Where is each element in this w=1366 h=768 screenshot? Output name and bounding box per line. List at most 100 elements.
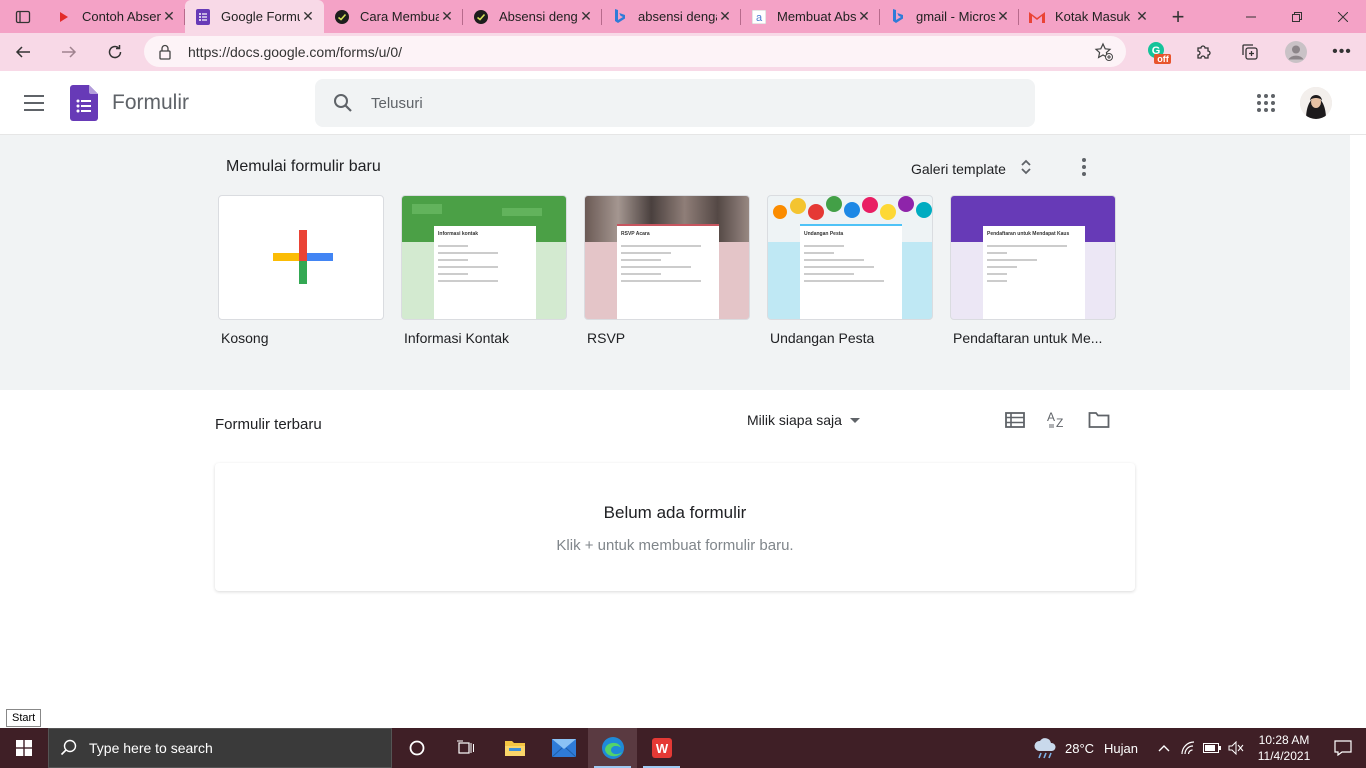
template-section-heading: Memulai formulir baru	[226, 158, 381, 175]
list-view-button[interactable]	[994, 408, 1036, 432]
app-header: Formulir	[0, 71, 1366, 135]
taskbar-search-box[interactable]: Type here to search	[48, 728, 392, 768]
show-hidden-icons-button[interactable]	[1152, 728, 1176, 768]
owner-filter-dropdown[interactable]: Milik siapa saja	[747, 412, 860, 428]
cortana-icon	[409, 740, 424, 756]
browser-tab[interactable]: Cara Membuat ✕	[324, 0, 463, 33]
search-bar[interactable]	[315, 79, 1035, 127]
close-tab-icon[interactable]: ✕	[300, 8, 316, 25]
plus-icon: +	[1171, 3, 1185, 29]
template-thumbnail[interactable]: Informasi kontak	[401, 195, 567, 320]
template-thumbnail[interactable]: RSVP Acara	[584, 195, 750, 320]
svg-text:A: A	[1047, 410, 1055, 424]
extensions-button[interactable]	[1181, 33, 1227, 71]
forward-button[interactable]	[46, 33, 92, 71]
task-view-button[interactable]	[441, 728, 490, 768]
owner-filter-label: Milik siapa saja	[747, 412, 842, 428]
close-tab-icon[interactable]: ✕	[161, 8, 177, 25]
mail-button[interactable]	[539, 728, 588, 768]
grammarly-extension-button[interactable]: G off	[1135, 33, 1181, 71]
search-icon[interactable]	[315, 93, 371, 113]
tab-actions-button[interactable]	[0, 0, 46, 33]
plus-icon	[273, 230, 333, 284]
browser-tab[interactable]: absensi dengan ✕	[602, 0, 741, 33]
weather-widget[interactable]: 28°C Hujan	[1033, 737, 1138, 759]
wifi-icon	[1181, 741, 1195, 755]
browser-tab[interactable]: gmail - Microsoft ✕	[880, 0, 1019, 33]
close-tab-icon[interactable]: ✕	[856, 8, 872, 25]
template-card-tshirt[interactable]: Pendaftaran untuk Mendapat Kaus Pendafta…	[950, 195, 1116, 346]
youtube-icon	[56, 9, 72, 25]
action-center-button[interactable]	[1320, 740, 1366, 756]
battery-button[interactable]	[1200, 728, 1224, 768]
volume-button[interactable]	[1224, 728, 1248, 768]
wps-taskbar-button[interactable]: W	[637, 728, 686, 768]
close-tab-icon[interactable]: ✕	[439, 8, 455, 25]
template-thumbnail[interactable]: Undangan Pesta	[767, 195, 933, 320]
a-icon: a	[751, 9, 767, 25]
close-window-button[interactable]	[1320, 0, 1366, 33]
google-forms-logo[interactable]	[70, 85, 98, 121]
more-options-icon[interactable]	[1072, 155, 1096, 179]
speaker-muted-icon	[1228, 741, 1244, 755]
sort-button[interactable]: AZ	[1036, 408, 1078, 432]
clock-date: 11/4/2021	[1257, 749, 1311, 763]
minimize-button[interactable]	[1228, 0, 1274, 33]
browser-tab-active[interactable]: Google Formulir ✕	[185, 0, 324, 33]
search-icon	[49, 739, 89, 757]
notification-icon	[1334, 740, 1352, 756]
search-input[interactable]	[371, 94, 971, 112]
close-tab-icon[interactable]: ✕	[717, 8, 733, 25]
profile-button[interactable]	[1273, 33, 1319, 71]
template-section: Memulai formulir baru Galeri template Ko…	[0, 135, 1350, 390]
taskbar-clock[interactable]: 10:28 AM 11/4/2021	[1248, 732, 1320, 764]
restore-button[interactable]	[1274, 0, 1320, 33]
settings-menu-button[interactable]: •••	[1319, 33, 1365, 71]
browser-tab[interactable]: Absensi dengan ✕	[463, 0, 602, 33]
clock-time: 10:28 AM	[1258, 733, 1310, 747]
bing-icon	[612, 8, 628, 25]
browser-tab[interactable]: Contoh Absen ✕	[46, 0, 185, 33]
template-name: RSVP	[587, 330, 626, 346]
folder-icon	[504, 741, 525, 756]
template-thumbnail[interactable]	[218, 195, 384, 320]
add-favorite-icon[interactable]	[1094, 42, 1114, 65]
wps-icon: W	[651, 738, 672, 758]
google-apps-icon[interactable]	[1256, 93, 1280, 117]
close-tab-icon[interactable]: ✕	[578, 8, 594, 25]
file-explorer-button[interactable]	[490, 728, 539, 768]
template-card-rsvp[interactable]: RSVP Acara RSVP	[584, 195, 750, 346]
caret-down-icon	[849, 417, 860, 423]
collections-button[interactable]	[1227, 33, 1273, 71]
template-thumbnail[interactable]: Pendaftaran untuk Mendapat Kaus	[950, 195, 1116, 320]
cortana-button[interactable]	[392, 728, 441, 768]
start-button[interactable]	[0, 728, 48, 768]
template-doc-title: RSVP Acara	[621, 231, 650, 237]
network-button[interactable]	[1176, 728, 1200, 768]
site-icon	[473, 9, 489, 25]
template-gallery-button[interactable]: Galeri template	[911, 158, 1032, 179]
template-card-blank[interactable]: Kosong	[218, 195, 384, 346]
app-title[interactable]: Formulir	[112, 91, 189, 115]
new-tab-button[interactable]: +	[1158, 0, 1198, 33]
template-card-party[interactable]: Undangan Pesta Undangan Pesta	[767, 195, 933, 346]
browser-tab[interactable]: a Membuat Absen ✕	[741, 0, 880, 33]
account-avatar[interactable]	[1300, 87, 1332, 119]
tab-label: absensi dengan	[638, 9, 717, 24]
close-tab-icon[interactable]: ✕	[995, 8, 1011, 25]
refresh-button[interactable]	[92, 33, 138, 71]
browser-toolbar: https://docs.google.com/forms/u/0/ G off…	[0, 33, 1366, 71]
template-card-contact[interactable]: Informasi kontak Informasi Kontak	[401, 195, 567, 346]
open-file-picker-button[interactable]	[1078, 408, 1120, 432]
close-tab-icon[interactable]: ✕	[1134, 8, 1150, 25]
main-menu-icon[interactable]	[24, 95, 44, 111]
template-name: Pendaftaran untuk Me...	[953, 330, 1103, 346]
address-bar[interactable]: https://docs.google.com/forms/u/0/	[144, 36, 1126, 67]
edge-taskbar-button[interactable]	[588, 728, 637, 768]
template-name: Kosong	[221, 330, 269, 346]
browser-tab-strip: Contoh Absen ✕ Google Formulir ✕ Cara Me…	[0, 0, 1366, 33]
back-button[interactable]	[0, 33, 46, 71]
browser-tab[interactable]: Kotak Masuk ✕	[1019, 0, 1158, 33]
arrow-left-icon	[15, 46, 30, 58]
lock-icon	[158, 44, 178, 60]
